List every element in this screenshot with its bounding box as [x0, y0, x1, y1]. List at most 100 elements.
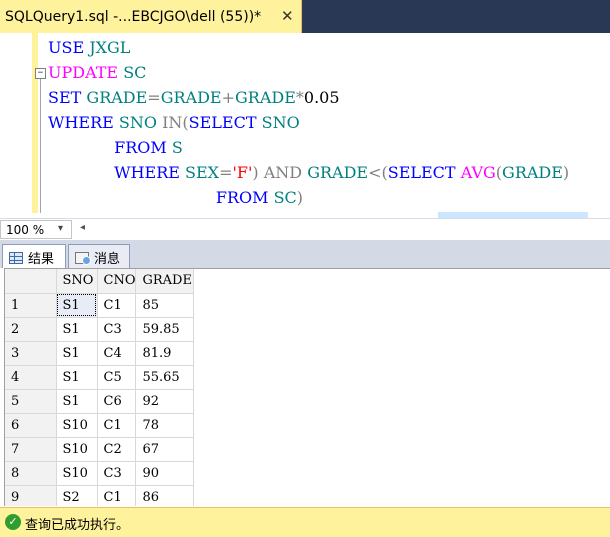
code-line[interactable]: USE JXGL — [48, 38, 130, 58]
table-cell[interactable]: 90 — [135, 461, 195, 486]
table-cell[interactable]: C2 — [97, 437, 137, 462]
code-token: SNO — [261, 113, 300, 132]
code-line[interactable]: FROM S — [48, 138, 183, 158]
table-cell[interactable]: C4 — [97, 341, 137, 366]
close-tab-icon[interactable]: ✕ — [281, 7, 294, 25]
table-row[interactable]: 5 S1 C6 92 — [5, 389, 195, 414]
table-cell[interactable]: S1 — [56, 341, 98, 366]
column-header-grade[interactable]: GRADE — [135, 269, 195, 294]
table-cell[interactable]: S1 — [56, 317, 98, 342]
code-line[interactable]: UPDATE SC — [48, 63, 146, 83]
table-cell[interactable]: 78 — [135, 413, 195, 438]
zoom-dropdown[interactable]: 100 % ▾ — [0, 220, 72, 239]
code-token: SEX — [185, 163, 220, 182]
table-row[interactable]: 7 S10 C2 67 — [5, 437, 195, 462]
code-token: FROM — [114, 138, 167, 157]
row-header[interactable]: 1 — [5, 293, 57, 318]
code-token: 0.05 — [303, 88, 340, 107]
code-token: + — [221, 88, 235, 107]
code-token: 'F' — [232, 163, 253, 182]
results-grid[interactable]: SNO CNO GRADE 1 S1 C1 85 2 S1 C3 59.85 3 S1 C4 81.9… — [4, 268, 610, 506]
table-cell[interactable]: C5 — [97, 365, 137, 390]
code-token: * — [295, 88, 304, 107]
table-cell[interactable]: S10 — [56, 461, 98, 486]
code-line[interactable]: WHERE SNO IN(SELECT SNO — [48, 113, 300, 133]
outline-fold-line — [40, 77, 41, 213]
table-cell[interactable]: C3 — [97, 317, 137, 342]
grid-icon — [9, 252, 23, 264]
code-token: SELECT — [188, 113, 257, 132]
editor-margin — [0, 33, 32, 218]
column-header-cno[interactable]: CNO — [97, 269, 137, 294]
row-header[interactable]: 6 — [5, 413, 57, 438]
code-token: ) — [562, 163, 570, 182]
table-cell[interactable]: S1 — [56, 365, 98, 390]
table-cell[interactable]: C1 — [97, 485, 137, 506]
table-cell[interactable]: 59.85 — [135, 317, 195, 342]
row-header[interactable]: 2 — [5, 317, 57, 342]
row-header[interactable]: 7 — [5, 437, 57, 462]
column-header-sno[interactable]: SNO — [56, 269, 98, 294]
table-row[interactable]: 3 S1 C4 81.9 — [5, 341, 195, 366]
tab-results[interactable]: 结果 — [2, 244, 66, 268]
code-line[interactable]: SET GRADE=GRADE+GRADE*0.05 — [48, 88, 340, 108]
document-tab[interactable]: SQLQuery1.sql -...EBCJGO\dell (55))* ✕ — [0, 0, 302, 33]
zoom-value: 100 % — [6, 223, 45, 237]
scroll-left-arrow-icon[interactable]: ◂ — [80, 222, 85, 233]
table-cell[interactable]: 55.65 — [135, 365, 195, 390]
table-row[interactable]: 4 S1 C5 55.65 — [5, 365, 195, 390]
table-cell[interactable]: 67 — [135, 437, 195, 462]
code-token: = — [219, 163, 233, 182]
query-editor[interactable]: − USE JXGL UPDATE SC SET GRADE=GRADE+GRADE… — [0, 33, 610, 218]
code-token: ) — [296, 188, 304, 207]
table-row[interactable]: 8 S10 C3 90 — [5, 461, 195, 486]
table-cell[interactable]: 81.9 — [135, 341, 195, 366]
code-token: SC — [273, 188, 297, 207]
tab-results-label: 结果 — [28, 252, 55, 267]
table-cell[interactable]: S1 — [56, 389, 98, 414]
table-cell[interactable]: S10 — [56, 437, 98, 462]
row-header[interactable]: 4 — [5, 365, 57, 390]
table-cell[interactable]: C6 — [97, 389, 137, 414]
row-header[interactable]: 9 — [5, 485, 57, 506]
table-cell[interactable]: 85 — [135, 293, 195, 318]
status-bar: ✓ 查询已成功执行。 — [0, 507, 610, 537]
table-cell[interactable]: S2 — [56, 485, 98, 506]
document-tab-strip: SQLQuery1.sql -...EBCJGO\dell (55))* ✕ — [0, 0, 610, 33]
table-row[interactable]: 1 S1 C1 85 — [5, 293, 195, 318]
row-header[interactable]: 8 — [5, 461, 57, 486]
code-line[interactable]: WHERE SEX='F') AND GRADE<(SELECT AVG(GRA… — [48, 163, 569, 183]
change-tracking-bar — [32, 33, 38, 213]
table-cell[interactable]: C1 — [97, 293, 137, 318]
table-row[interactable]: 2 S1 C3 59.85 — [5, 317, 195, 342]
chevron-down-icon[interactable]: ▾ — [58, 223, 63, 234]
code-line[interactable]: FROM SC) — [48, 188, 303, 208]
table-cell[interactable]: 92 — [135, 389, 195, 414]
row-header[interactable]: 5 — [5, 389, 57, 414]
success-check-icon: ✓ — [5, 514, 21, 530]
results-table: SNO CNO GRADE 1 S1 C1 85 2 S1 C3 59.85 3 S1 C4 81.9… — [5, 269, 195, 506]
grid-corner[interactable] — [5, 269, 57, 294]
code-token: S — [171, 138, 183, 157]
code-token: GRADE — [86, 88, 148, 107]
code-token: GRADE — [235, 88, 296, 107]
tab-messages[interactable]: 消息 — [68, 244, 130, 268]
table-row[interactable]: 6 S10 C1 78 — [5, 413, 195, 438]
table-cell[interactable]: 86 — [135, 485, 195, 506]
collapse-region-icon[interactable]: − — [35, 68, 46, 79]
code-token: FROM — [215, 188, 269, 207]
results-body: 1 S1 C1 85 2 S1 C3 59.85 3 S1 C4 81.9 4 S1 C5 55.65 5 S1 C… — [5, 293, 195, 506]
table-cell[interactable]: S10 — [56, 413, 98, 438]
table-cell[interactable]: C3 — [97, 461, 137, 486]
table-row[interactable]: 9 S2 C1 86 — [5, 485, 195, 506]
code-token: = — [147, 88, 161, 107]
row-header[interactable]: 3 — [5, 341, 57, 366]
table-cell[interactable]: S1 — [56, 293, 98, 318]
table-cell[interactable]: C1 — [97, 413, 137, 438]
code-token: <( — [368, 163, 388, 182]
code-token: SNO — [118, 113, 157, 132]
code-token: AND — [263, 163, 303, 182]
